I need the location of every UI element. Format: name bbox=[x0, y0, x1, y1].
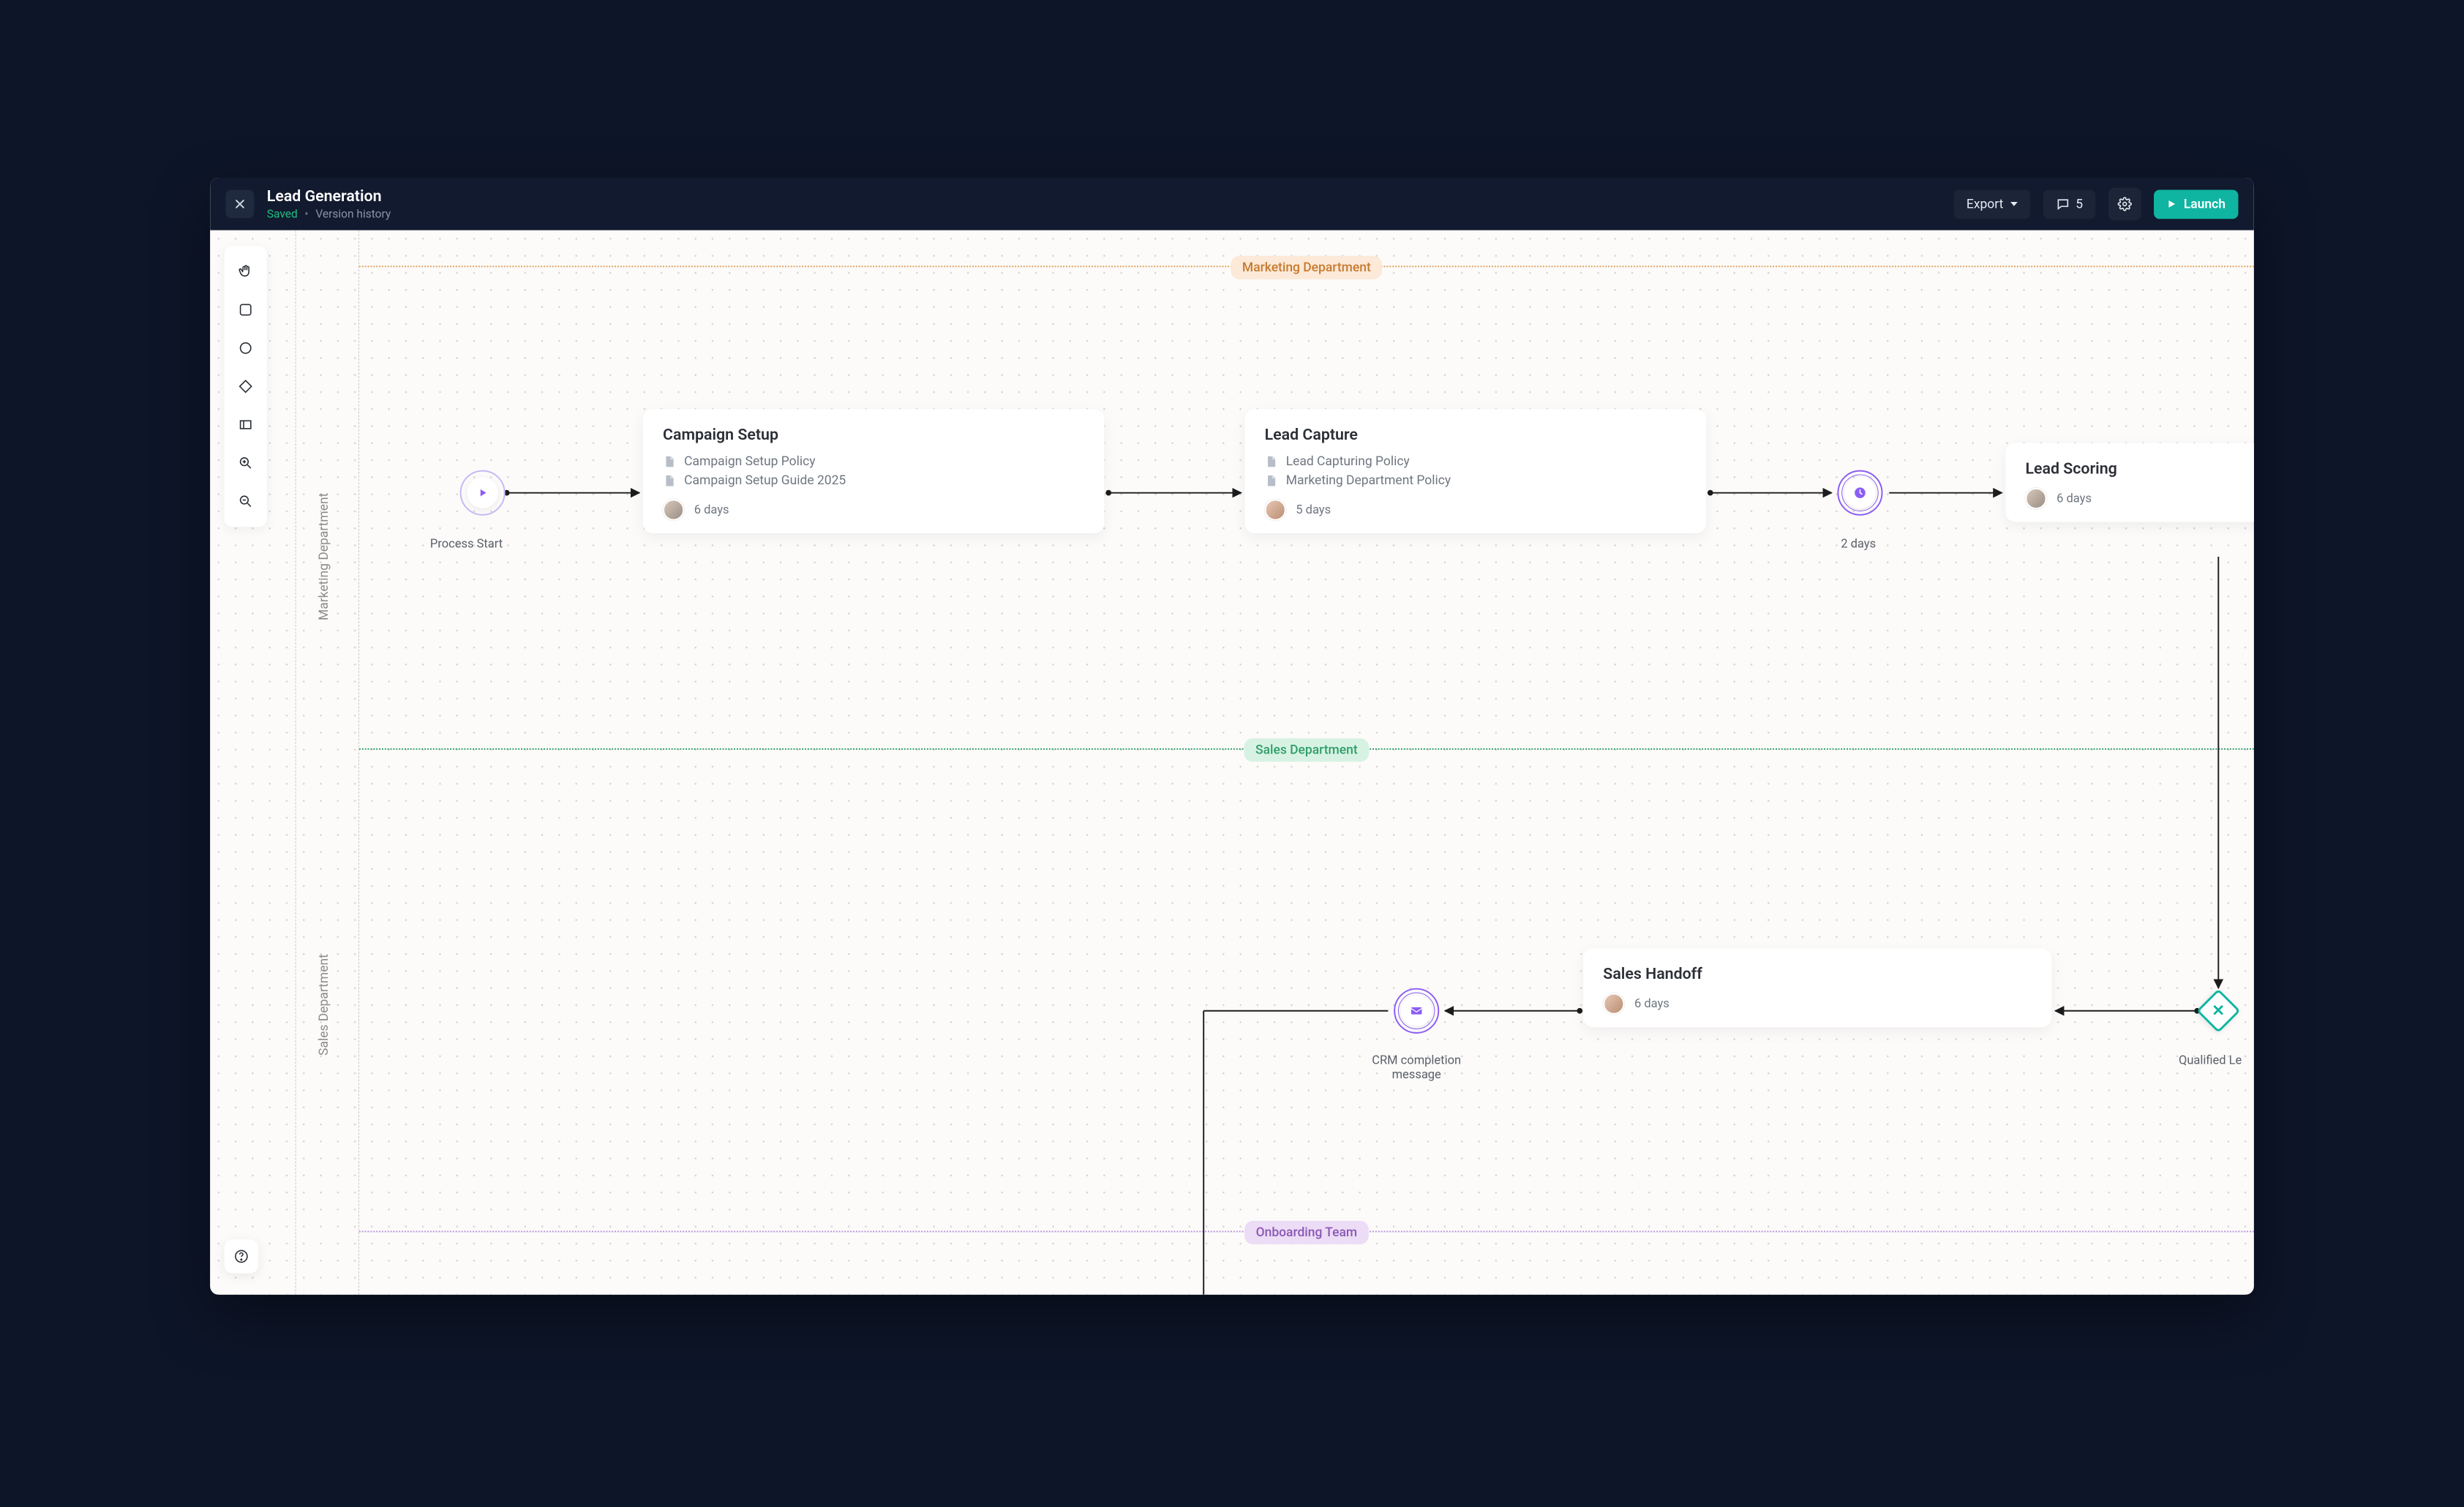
swim-divider-marketing: Marketing Department bbox=[359, 266, 2254, 267]
help-icon bbox=[233, 1249, 249, 1264]
swim-divider-sales: Sales Department bbox=[359, 748, 2254, 750]
card-title: Campaign Setup bbox=[663, 426, 1084, 444]
export-button[interactable]: Export bbox=[1953, 189, 2030, 219]
avatar bbox=[1603, 993, 1624, 1015]
card-lead-scoring[interactable]: Lead Scoring 6 days bbox=[2005, 443, 2254, 522]
doc-row[interactable]: Marketing Department Policy bbox=[1265, 473, 1686, 488]
toolbox bbox=[225, 246, 267, 527]
zoom-out-icon bbox=[238, 494, 253, 509]
caption-timer: 2 days bbox=[1841, 537, 1876, 551]
avatar bbox=[1265, 499, 1286, 520]
card-duration: 6 days bbox=[694, 503, 729, 516]
swimlane-icon bbox=[238, 417, 253, 432]
lane-label-marketing: Marketing Department bbox=[317, 493, 331, 620]
card-title: Lead Capture bbox=[1265, 426, 1686, 444]
play-icon bbox=[2167, 199, 2177, 209]
caption-message: CRM completion message bbox=[1353, 1053, 1481, 1082]
document-icon bbox=[663, 455, 675, 467]
node-timer[interactable] bbox=[1844, 477, 1876, 508]
comment-icon bbox=[2056, 197, 2070, 211]
card-duration: 6 days bbox=[1634, 996, 1669, 1010]
hand-icon bbox=[238, 263, 253, 279]
swim-divider-onboarding: Onboarding Team bbox=[359, 1230, 2254, 1232]
card-duration: 5 days bbox=[1296, 503, 1331, 516]
gateway-x-icon: ✕ bbox=[2212, 1002, 2225, 1020]
swim-tag-sales[interactable]: Sales Department bbox=[1244, 738, 1370, 762]
launch-button[interactable]: Launch bbox=[2154, 189, 2238, 219]
page-title: Lead Generation bbox=[267, 188, 391, 206]
canvas[interactable]: Marketing Department Sales Department Ma… bbox=[210, 230, 2254, 1295]
diamond-icon bbox=[238, 379, 253, 394]
document-icon bbox=[1265, 455, 1277, 467]
gear-icon bbox=[2118, 197, 2132, 211]
tool-zoom-in[interactable] bbox=[228, 446, 263, 481]
swim-tag-onboarding[interactable]: Onboarding Team bbox=[1244, 1221, 1369, 1244]
node-process-start[interactable] bbox=[467, 477, 498, 508]
lane-label-sales: Sales Department bbox=[317, 954, 331, 1056]
topbar: Lead Generation Saved • Version history … bbox=[210, 178, 2254, 230]
avatar bbox=[2025, 488, 2046, 509]
node-gateway-qualified[interactable]: ✕ bbox=[2196, 989, 2240, 1033]
help-button[interactable] bbox=[225, 1239, 259, 1274]
chevron-down-icon bbox=[2010, 202, 2018, 206]
tool-diamond[interactable] bbox=[228, 369, 263, 404]
settings-button[interactable] bbox=[2108, 188, 2141, 221]
square-icon bbox=[238, 302, 253, 317]
circle-icon bbox=[238, 340, 253, 356]
card-title: Lead Scoring bbox=[2025, 460, 2253, 478]
card-title: Sales Handoff bbox=[1603, 966, 2032, 983]
connector-layer bbox=[210, 230, 2254, 1295]
document-icon bbox=[1265, 474, 1277, 486]
version-history-link[interactable]: Version history bbox=[315, 207, 391, 220]
tool-zoom-out[interactable] bbox=[228, 484, 263, 519]
card-lead-capture[interactable]: Lead Capture Lead Capturing Policy Marke… bbox=[1244, 409, 1706, 533]
lane-margin bbox=[296, 230, 359, 1295]
app-window: Lead Generation Saved • Version history … bbox=[210, 178, 2254, 1295]
card-campaign-setup[interactable]: Campaign Setup Campaign Setup Policy Cam… bbox=[643, 409, 1105, 533]
swim-tag-marketing[interactable]: Marketing Department bbox=[1231, 256, 1382, 279]
tool-swimlane[interactable] bbox=[228, 407, 263, 442]
tool-rectangle[interactable] bbox=[228, 293, 263, 327]
caption-gateway: Qualified Le bbox=[2179, 1053, 2242, 1067]
tool-circle[interactable] bbox=[228, 331, 263, 366]
doc-row[interactable]: Lead Capturing Policy bbox=[1265, 454, 1686, 468]
close-button[interactable] bbox=[226, 189, 255, 218]
tool-hand[interactable] bbox=[228, 255, 263, 289]
caption-process-start: Process Start bbox=[430, 537, 503, 551]
comments-button[interactable]: 5 bbox=[2043, 189, 2096, 219]
card-duration: 6 days bbox=[2057, 492, 2092, 506]
doc-row[interactable]: Campaign Setup Policy bbox=[663, 454, 1084, 468]
avatar bbox=[663, 499, 684, 520]
card-sales-handoff[interactable]: Sales Handoff 6 days bbox=[1583, 948, 2051, 1027]
node-crm-message[interactable] bbox=[1401, 995, 1432, 1026]
document-icon bbox=[663, 474, 675, 486]
close-icon bbox=[234, 198, 246, 210]
zoom-in-icon bbox=[238, 455, 253, 470]
saved-status: Saved bbox=[267, 207, 298, 220]
doc-row[interactable]: Campaign Setup Guide 2025 bbox=[663, 473, 1084, 488]
page-subtitle: Saved • Version history bbox=[267, 207, 391, 220]
